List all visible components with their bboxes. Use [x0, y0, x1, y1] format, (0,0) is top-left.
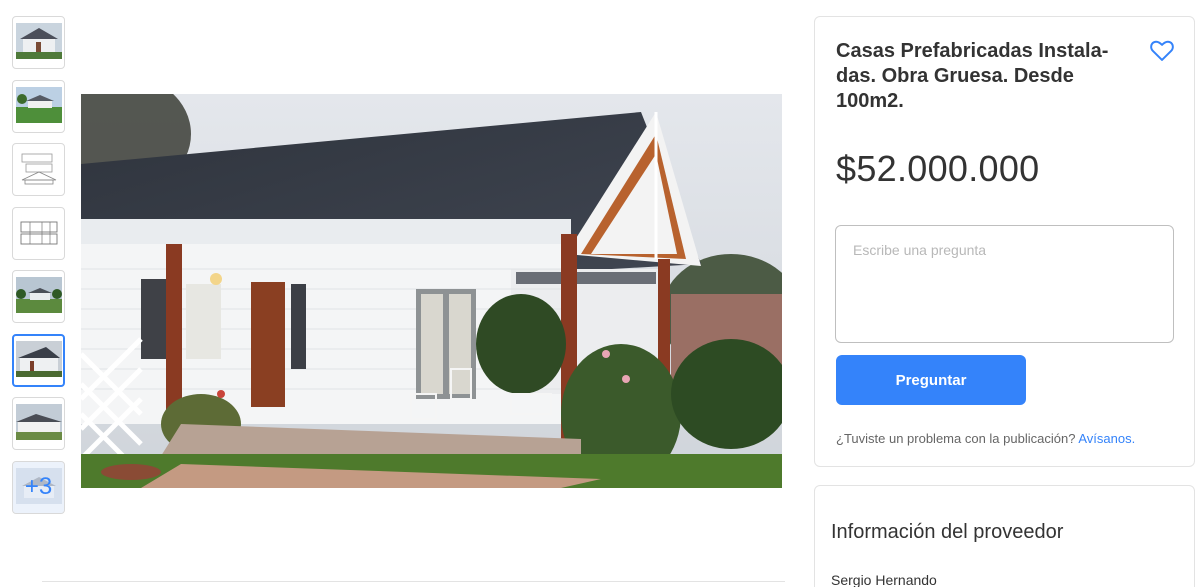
more-photos-label: +3 — [13, 461, 64, 513]
thumbnail-2[interactable] — [12, 79, 65, 133]
question-input[interactable] — [835, 225, 1174, 343]
product-page: +3 Casas Prefabricadas Instala-das. Obra… — [0, 0, 1200, 587]
house-photo — [81, 94, 782, 488]
thumbnail-5[interactable] — [12, 270, 65, 323]
thumbnail-more[interactable]: +3 — [12, 460, 65, 514]
listing-card: Casas Prefabricadas Instala-das. Obra Gr… — [814, 16, 1195, 467]
thumbnail-1[interactable] — [12, 16, 65, 69]
heart-icon — [1150, 40, 1174, 61]
divider — [42, 581, 785, 582]
thumbnail-3[interactable] — [12, 143, 65, 196]
favorite-button[interactable] — [1148, 36, 1176, 64]
thumbnail-image — [16, 86, 62, 123]
main-photo[interactable] — [81, 94, 782, 488]
thumbnail-image — [16, 23, 62, 59]
provider-name: Sergio Hernando — [831, 572, 937, 587]
thumbnail-strip: +3 — [12, 16, 66, 524]
provider-heading: Información del proveedor — [831, 521, 1064, 543]
thumbnail-image — [16, 213, 62, 250]
thumbnail-4[interactable] — [12, 206, 65, 260]
report-link[interactable]: Avísanos. — [1078, 431, 1135, 446]
thumbnail-image — [16, 340, 62, 377]
thumbnail-image — [16, 150, 62, 186]
thumbnail-7[interactable] — [12, 397, 65, 450]
thumbnail-6-selected[interactable] — [12, 333, 65, 387]
provider-card: Información del proveedor Sergio Hernand… — [814, 485, 1195, 587]
report-text: ¿Tuviste un problema con la publicación? — [836, 431, 1076, 446]
report-problem: ¿Tuviste un problema con la publicación?… — [836, 431, 1135, 446]
ask-button[interactable]: Preguntar — [836, 355, 1026, 405]
price: $52.000.000 — [836, 148, 1040, 189]
thumbnail-image — [16, 277, 62, 313]
thumbnail-image — [16, 404, 62, 440]
listing-title: Casas Prefabricadas Instala-das. Obra Gr… — [836, 40, 1109, 112]
